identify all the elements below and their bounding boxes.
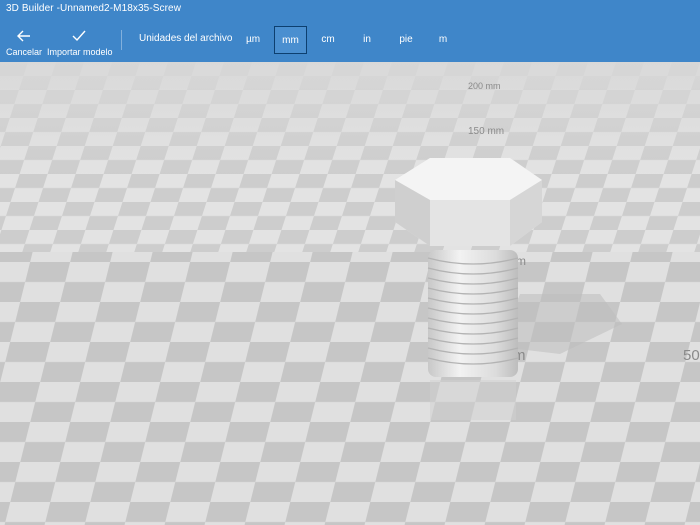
unit-pie-button[interactable]: pie (390, 26, 422, 54)
cancel-label: Cancelar (5, 47, 43, 57)
file-units-label: Unidades del archivo (139, 33, 233, 44)
scale-label-150: 150 mm (468, 126, 504, 137)
title-toolbar: 3D Builder -Unnamed2-M18x35-Screw Cancel… (0, 0, 700, 62)
checkmark-icon (47, 26, 111, 46)
floor-haze (0, 62, 700, 525)
cancel-button[interactable]: Cancelar (5, 26, 43, 57)
scale-label-50: 50 (683, 347, 700, 364)
screw-head-face-front (430, 200, 510, 246)
screw-reflection (430, 380, 516, 420)
toolbar-divider (121, 30, 122, 50)
unit-mm-button[interactable]: mm (274, 26, 307, 54)
unit-cm-button[interactable]: cm (313, 26, 343, 54)
scene-svg: 200 mm 150 mm mm m 50 (0, 62, 700, 525)
window-title: 3D Builder -Unnamed2-M18x35-Screw (6, 3, 182, 14)
unit-in-button[interactable]: in (352, 26, 382, 54)
unit-m-button[interactable]: m (428, 26, 458, 54)
import-model-button[interactable]: Importar modelo (47, 26, 113, 57)
3d-viewport[interactable]: 200 mm 150 mm mm m 50 (0, 62, 700, 525)
scale-label-200: 200 mm (468, 81, 501, 91)
import-label: Importar modelo (47, 47, 113, 57)
back-arrow-icon (5, 26, 43, 46)
unit-um-button[interactable]: µm (238, 26, 268, 54)
